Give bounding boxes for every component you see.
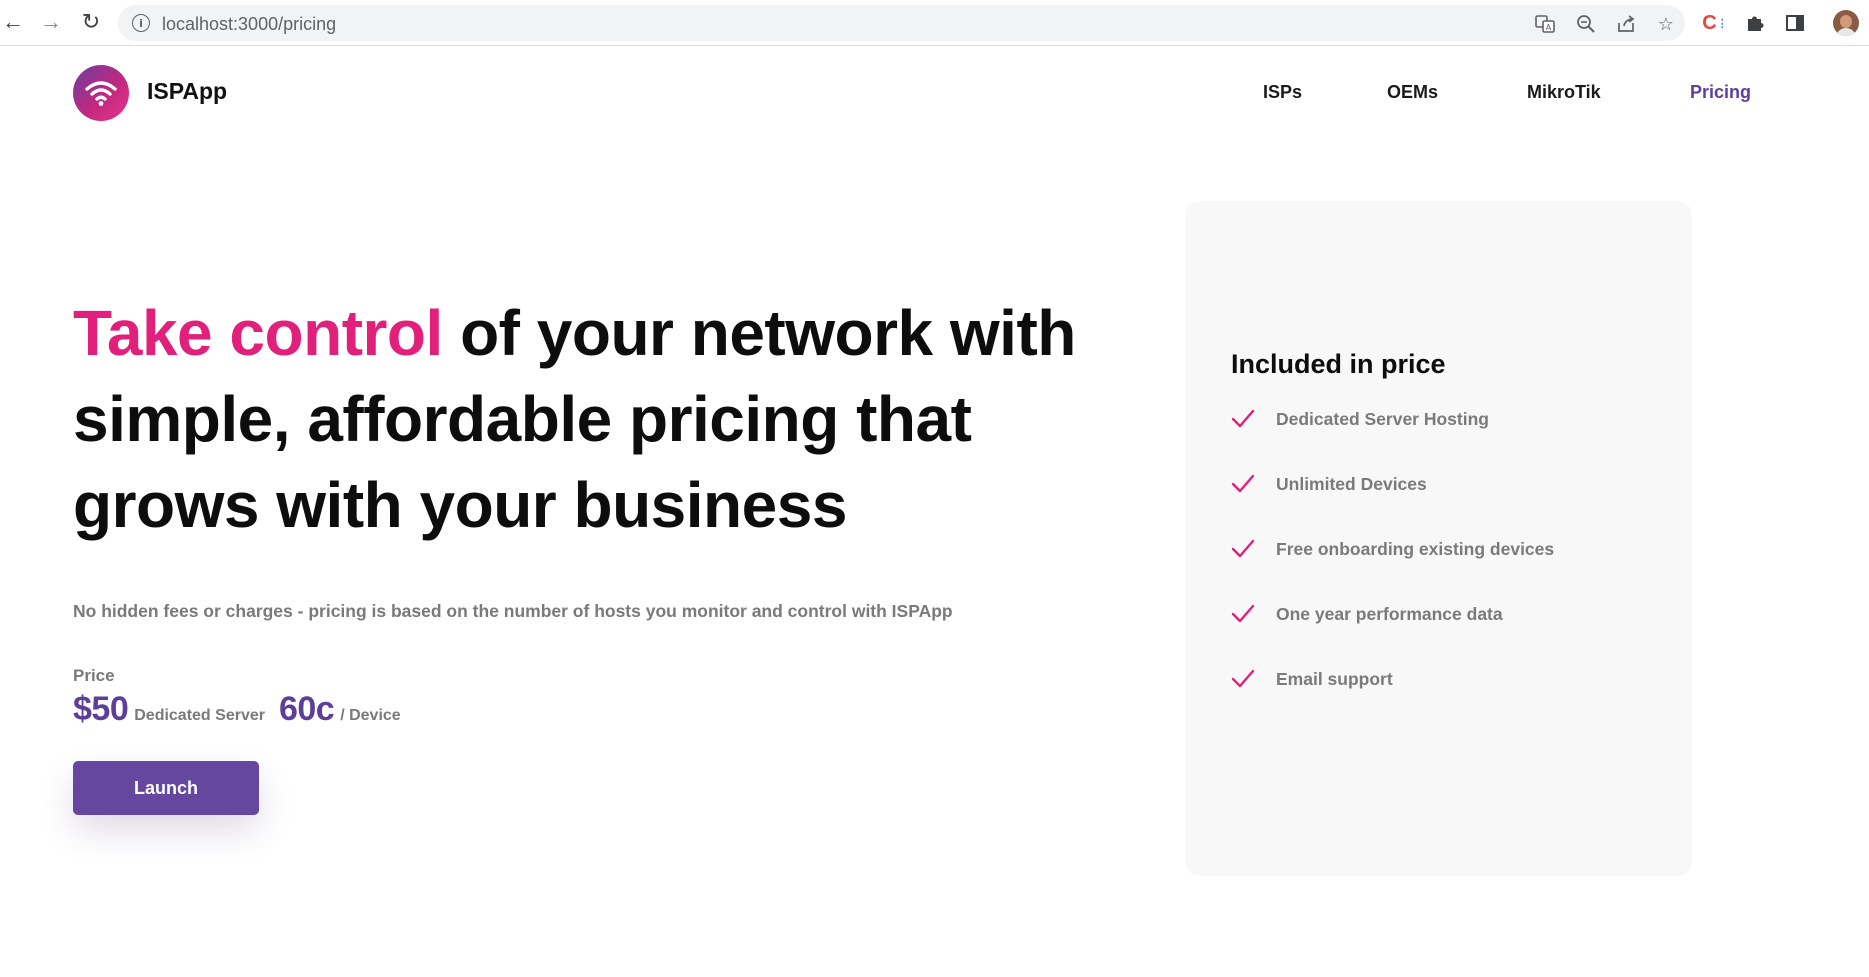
check-icon <box>1231 669 1255 688</box>
nav-pricing[interactable]: Pricing <box>1690 82 1751 103</box>
check-icon <box>1231 539 1255 558</box>
browser-toolbar: ← → ↻ i localhost:3000/pricing A ☆ C ⋮ <box>0 0 1869 46</box>
share-icon[interactable] <box>1615 13 1637 35</box>
wifi-logo-icon[interactable] <box>73 65 129 121</box>
hero-title: Take control of your network with simple… <box>73 290 1093 548</box>
check-icon <box>1231 409 1255 428</box>
feature-item: Email support <box>1231 669 1554 734</box>
brand-name[interactable]: ISPApp <box>147 78 227 105</box>
feature-item: Free onboarding existing devices <box>1231 539 1554 604</box>
server-price-desc: Dedicated Server <box>134 707 265 724</box>
feature-item: Unlimited Devices <box>1231 474 1554 539</box>
feature-item: Dedicated Server Hosting <box>1231 409 1554 474</box>
nav-mikrotik[interactable]: MikroTik <box>1527 82 1601 103</box>
hero-subtitle: No hidden fees or charges - pricing is b… <box>73 601 953 621</box>
nav-oems[interactable]: OEMs <box>1387 82 1438 103</box>
feature-list: Dedicated Server Hosting Unlimited Devic… <box>1231 409 1554 734</box>
check-icon <box>1231 604 1255 623</box>
feature-item: One year performance data <box>1231 604 1554 669</box>
url-text[interactable]: localhost:3000/pricing <box>162 14 336 35</box>
bookmark-star-icon[interactable]: ☆ <box>1655 13 1677 35</box>
side-panel-icon[interactable] <box>1782 10 1808 36</box>
hero-title-accent: Take control <box>73 297 443 369</box>
nav-isps[interactable]: ISPs <box>1263 82 1302 103</box>
feature-text: Dedicated Server Hosting <box>1276 409 1489 429</box>
included-card: Included in price Dedicated Server Hosti… <box>1185 201 1692 876</box>
feature-text: Free onboarding existing devices <box>1276 539 1555 559</box>
price-row: $50 Dedicated Server 60c / Device <box>73 690 401 729</box>
profile-avatar[interactable] <box>1833 10 1859 36</box>
feature-text: Email support <box>1276 669 1393 689</box>
device-price-desc: / Device <box>340 707 401 724</box>
back-arrow-icon[interactable]: ← <box>0 9 26 35</box>
included-title: Included in price <box>1231 349 1446 379</box>
launch-button[interactable]: Launch <box>73 761 259 815</box>
translate-icon[interactable]: A <box>1534 13 1556 35</box>
reload-icon[interactable]: ↻ <box>78 9 104 35</box>
svg-text:A: A <box>1546 23 1552 32</box>
extension-c-icon[interactable]: C ⋮ <box>1702 10 1728 36</box>
feature-text: One year performance data <box>1276 604 1503 624</box>
server-price: $50 <box>73 690 129 728</box>
site-info-icon[interactable]: i <box>132 14 150 32</box>
price-label: Price <box>73 666 115 685</box>
check-icon <box>1231 474 1255 493</box>
address-bar[interactable]: i localhost:3000/pricing A ☆ <box>118 5 1685 41</box>
feature-text: Unlimited Devices <box>1276 474 1427 494</box>
device-price: 60c <box>278 690 335 728</box>
site-header: ISPApp ISPs OEMs MikroTik Pricing <box>0 46 1869 136</box>
forward-arrow-icon[interactable]: → <box>38 9 64 35</box>
extensions-puzzle-icon[interactable] <box>1742 10 1768 36</box>
zoom-icon[interactable] <box>1575 13 1597 35</box>
